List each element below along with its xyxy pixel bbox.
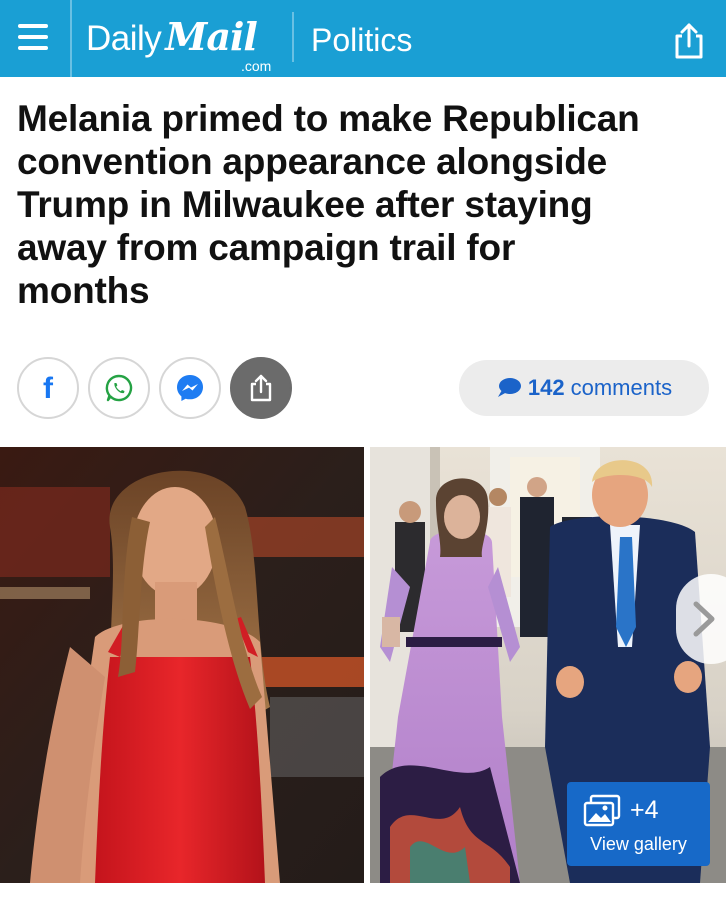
gallery-next-button[interactable]: [676, 574, 726, 664]
top-bar: Daily Mail .com Politics: [0, 0, 726, 77]
headline-line: months: [17, 270, 150, 311]
logo-daily-text: Daily: [86, 19, 162, 58]
menu-icon-line: [18, 46, 48, 50]
messenger-share-button[interactable]: [159, 357, 221, 419]
header-divider: [292, 12, 294, 62]
chevron-right-icon: [693, 601, 715, 637]
comment-bubble-icon: [497, 378, 521, 397]
share-icon: [250, 374, 272, 402]
logo-com-text: .com: [241, 58, 272, 74]
headline-line: away from campaign trail for: [17, 227, 516, 268]
more-share-button[interactable]: [230, 357, 292, 419]
gallery-count: +4: [630, 796, 659, 824]
view-gallery-button[interactable]: +4 View gallery: [567, 782, 710, 866]
section-title[interactable]: Politics: [311, 22, 412, 59]
comments-label: comments: [570, 375, 673, 400]
header-divider: [70, 0, 72, 77]
comments-count: 142: [527, 375, 565, 400]
messenger-icon: [177, 375, 203, 401]
share-icon[interactable]: [672, 22, 706, 60]
facebook-share-button[interactable]: f: [17, 357, 79, 419]
headline-line: Trump in Milwaukee after staying: [17, 184, 593, 225]
menu-icon-line: [18, 35, 48, 39]
gallery-icon: [583, 794, 621, 827]
whatsapp-share-button[interactable]: [88, 357, 150, 419]
comments-button[interactable]: 142 comments: [459, 360, 709, 416]
gallery-label: View gallery: [590, 834, 687, 854]
article-headline: Melania primed to make Republican conven…: [17, 97, 707, 312]
daily-mail-logo[interactable]: Daily Mail .com: [86, 14, 271, 74]
article-photo-left[interactable]: [0, 447, 364, 883]
logo-mail-text: Mail: [165, 14, 258, 59]
headline-line: Melania primed to make Republican: [17, 98, 640, 139]
whatsapp-icon: [105, 374, 133, 402]
menu-icon[interactable]: [18, 22, 52, 56]
facebook-icon: f: [43, 372, 53, 405]
menu-icon-line: [18, 24, 48, 28]
headline-line: convention appearance alongside: [17, 141, 608, 182]
